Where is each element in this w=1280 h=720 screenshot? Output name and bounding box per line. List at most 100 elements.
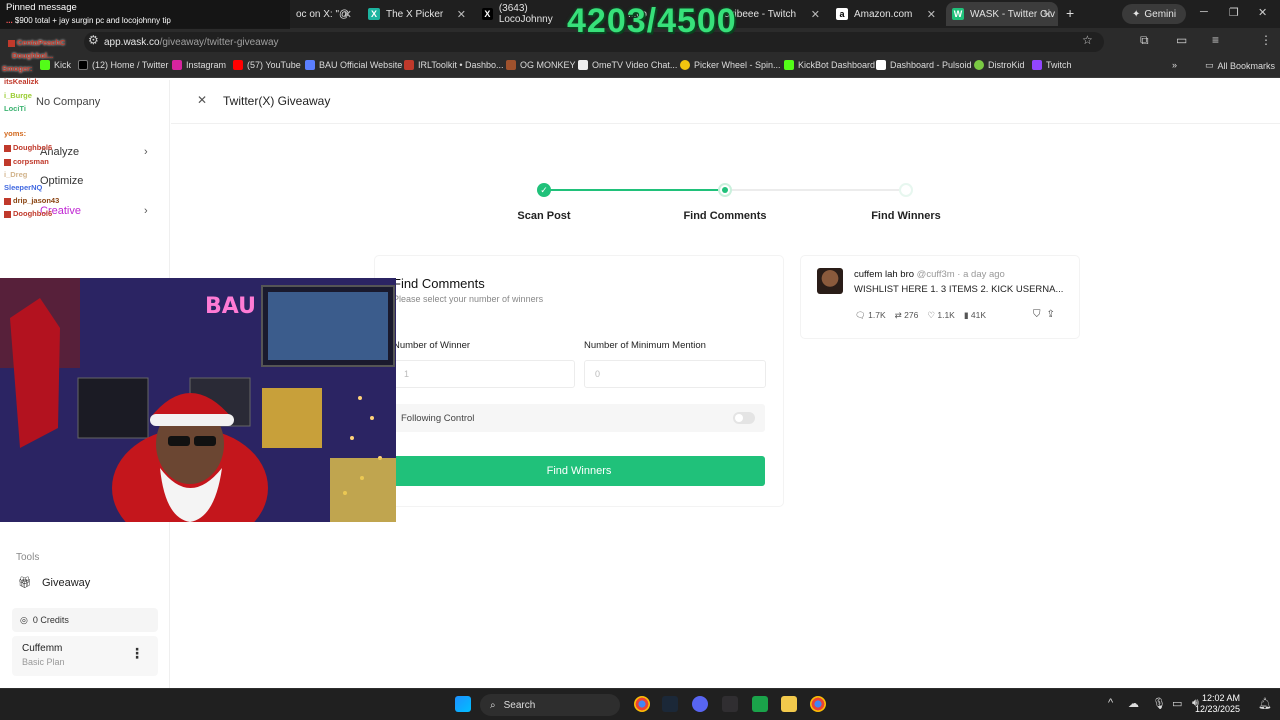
file-explorer-icon[interactable] <box>781 696 797 712</box>
chrome-icon[interactable] <box>634 696 650 712</box>
bookmark-kickbot[interactable]: KickBot Dashboard <box>784 60 875 70</box>
bookmark-icon[interactable]: ⛉ <box>1033 309 1041 320</box>
retweet-stat: ⇄ 276 <box>895 310 919 321</box>
bookmark-distrokid[interactable]: DistroKid <box>974 60 1025 70</box>
giveaway-label: Giveaway <box>41 576 91 589</box>
sidebar-item-giveaway[interactable]: 🎁︎ Giveaway <box>18 576 91 590</box>
bookmark-og-monkey[interactable]: OG MONKEY <box>506 60 576 70</box>
bookmark-star-icon[interactable]: ☆ <box>1082 33 1093 47</box>
new-tab-icon[interactable]: + <box>1066 5 1074 21</box>
close-icon[interactable]: ✕ <box>927 8 936 21</box>
tab-label: (3643) LocoJohnny <box>498 3 553 25</box>
bookmark-label: Instagram <box>186 60 227 70</box>
close-icon[interactable]: ✕ <box>811 8 820 21</box>
step-current-dot <box>718 183 732 197</box>
url-host: app.wask.co <box>104 36 160 48</box>
close-icon[interactable]: ✕ <box>197 93 207 107</box>
share-icon[interactable]: ⇪ <box>1047 309 1055 320</box>
tweet-actions: ⛉ ⇪ <box>1033 309 1055 320</box>
wheel-icon <box>680 60 690 70</box>
kickbot-icon <box>784 60 794 70</box>
microphone-icon[interactable]: 🎙︎ <box>1152 697 1166 710</box>
min-mention-input[interactable]: 0 <box>584 360 766 388</box>
tab-x-picker[interactable]: X The X Picker ✕ <box>362 2 472 26</box>
chat-username: CentaPeachC <box>17 38 66 47</box>
bookmark-label: Twitch <box>1046 60 1072 70</box>
maximize-icon[interactable]: ❐ <box>1229 6 1239 19</box>
company-selector[interactable]: No Company <box>36 96 100 108</box>
account-name: Cuffemm <box>22 643 63 654</box>
obs-icon[interactable] <box>722 696 738 712</box>
cloud-icon[interactable]: ☁ <box>1128 697 1139 710</box>
tweet-stats: 🗨︎ 1.7K ⇄ 276 ♡ 1.1K ▮ 41K <box>855 310 986 321</box>
more-icon[interactable]: ⋮ <box>1260 33 1272 47</box>
network-icon[interactable]: ▭ <box>1172 697 1182 710</box>
chat-username: yoms: <box>4 129 27 138</box>
steam-icon[interactable] <box>662 696 678 712</box>
chat-line: i_Burge <box>4 91 32 100</box>
webcam-feed: BAU <box>0 278 396 522</box>
chevron-up-icon[interactable]: ^ <box>1108 697 1113 709</box>
app-icon[interactable] <box>752 696 768 712</box>
chrome-active-icon[interactable] <box>810 696 826 712</box>
tab-wask[interactable]: W WASK - Twitter Giv ✕ <box>946 2 1058 26</box>
close-icon[interactable]: ✕ <box>457 8 466 21</box>
bookmarks-bar: Kick (12) Home / Twitter Instagram (57) … <box>0 56 1280 78</box>
tab-x-post[interactable]: oc on X: "@ ✕ <box>290 2 358 26</box>
card-subtitle: Please select your number of winners <box>393 294 544 304</box>
tab-locojohnny[interactable]: X (3643) LocoJohnny <box>476 2 576 26</box>
chat-line: i_Dreg <box>4 170 27 179</box>
reply-icon: 🗨︎ <box>855 310 866 320</box>
window-close-icon[interactable]: ✕ <box>1258 6 1267 19</box>
close-icon[interactable]: ✕ <box>1043 8 1052 21</box>
minimize-icon[interactable]: ─ <box>1200 6 1208 18</box>
close-icon[interactable]: ✕ <box>343 8 352 21</box>
find-winners-button[interactable]: Find Winners <box>393 456 765 486</box>
taskbar-search[interactable]: ⌕ Search <box>480 694 620 716</box>
pulsoid-icon <box>876 60 886 70</box>
taskbar-clock[interactable]: 12:02 AM 12/23/2025 <box>1195 693 1240 715</box>
badge-icon <box>8 39 15 47</box>
svg-text:BAU: BAU <box>205 294 256 319</box>
taskbar-search-label: Search <box>503 699 536 711</box>
kebab-menu-icon[interactable]: ⋮ <box>130 645 144 662</box>
discord-icon[interactable] <box>692 696 708 712</box>
sidebar-icon[interactable]: ▭ <box>1176 33 1187 47</box>
chat-username: SleeperNQ <box>4 183 43 192</box>
winner-count-input[interactable]: 1 <box>393 360 575 388</box>
gemini-button[interactable]: ✦ Gemini <box>1122 4 1187 24</box>
chat-line: itsKealizk <box>4 77 39 86</box>
chat-line: Doughbol... <box>12 51 53 60</box>
pinned-heading: Pinned message <box>6 2 77 13</box>
like-count: 1.1K <box>937 310 955 320</box>
windows-start-icon[interactable] <box>455 696 471 712</box>
extensions-icon[interactable]: ⧉ <box>1140 33 1149 48</box>
bookmark-youtube[interactable]: (57) YouTube <box>233 60 301 70</box>
nav-optimize[interactable]: Optimize <box>40 175 83 187</box>
menu-icon[interactable]: ≡ <box>1212 33 1219 47</box>
gemini-icon: ✦ <box>1132 8 1141 20</box>
tab-amazon[interactable]: a Amazon.com ✕ <box>830 2 942 26</box>
gemini-label: Gemini <box>1144 8 1177 20</box>
notification-bell-icon[interactable]: 🔔︎ <box>1258 697 1272 710</box>
bookmark-picker-wheel[interactable]: Picker Wheel - Spin... <box>680 60 781 70</box>
chevron-right-icon[interactable]: » <box>1172 60 1177 70</box>
bookmark-twitch[interactable]: Twitch <box>1032 60 1072 70</box>
step-label-find-comments: Find Comments <box>683 210 767 222</box>
bookmark-kick[interactable]: Kick <box>40 60 71 70</box>
chat-line: Dooghbol6 <box>4 209 52 218</box>
bookmark-irltoolkit[interactable]: IRLToolkit • Dashbo... <box>404 60 504 70</box>
site-info-icon[interactable]: ⚙ <box>88 33 99 47</box>
bookmark-twitter-home[interactable]: (12) Home / Twitter <box>78 60 168 70</box>
following-control-toggle[interactable] <box>733 412 755 424</box>
wask-icon: W <box>952 8 964 20</box>
all-bookmarks[interactable]: ▭ All Bookmarks <box>1205 60 1275 71</box>
bookmark-pulsoid[interactable]: Dashboard - Pulsoid <box>876 60 972 70</box>
bookmark-label: Picker Wheel - Spin... <box>694 60 781 70</box>
credits-label: 0 Credits <box>32 615 69 625</box>
bookmark-ometv[interactable]: OmeTV Video Chat... <box>578 60 677 70</box>
bookmark-label: Dashboard - Pulsoid <box>890 60 972 70</box>
account-card[interactable]: Cuffemm Basic Plan ⋮ <box>12 636 158 676</box>
bookmark-bau[interactable]: BAU Official Website <box>305 60 402 70</box>
bookmark-instagram[interactable]: Instagram <box>172 60 226 70</box>
